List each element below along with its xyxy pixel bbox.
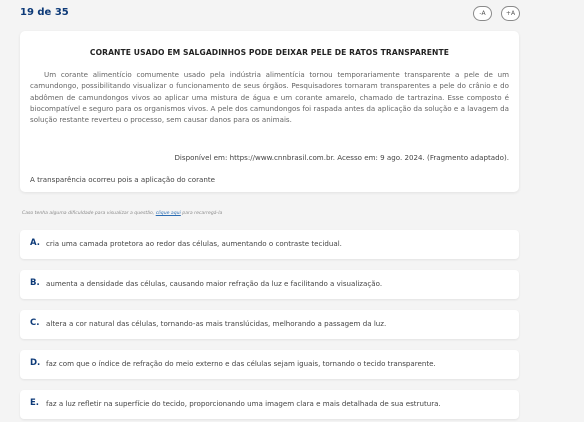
decrease-font-button[interactable]: -A [473, 6, 492, 21]
option-text: aumenta a densidade das células, causand… [46, 279, 383, 288]
option-text: faz com que o índice de refração do meio… [46, 359, 436, 368]
question-title: CORANTE USADO EM SALGADINHOS PODE DEIXAR… [89, 48, 450, 57]
option-text: cria uma camada protetora ao redor das c… [46, 239, 342, 248]
option-e[interactable]: E. faz a luz refletir na superfície do t… [20, 390, 519, 419]
option-b[interactable]: B. aumenta a densidade das células, caus… [20, 270, 519, 299]
reload-link[interactable]: clique aqui [156, 211, 181, 216]
option-d[interactable]: D. faz com que o índice de refração do m… [20, 350, 519, 379]
question-counter: 19 de 35 [20, 7, 69, 18]
option-letter: D. [30, 358, 41, 368]
reload-help-text: Caso tenha alguma dificuldade para visua… [22, 211, 222, 216]
question-card: CORANTE USADO EM SALGADINHOS PODE DEIXAR… [20, 31, 519, 192]
option-c[interactable]: C. altera a cor natural das células, tor… [20, 310, 519, 339]
help-text-before: Caso tenha alguma dificuldade para visua… [22, 211, 156, 216]
option-text: faz a luz refletir na superfície do teci… [46, 399, 441, 408]
help-text-after: para recarregá-la [180, 211, 223, 216]
question-prompt: A transparência ocorreu pois a aplicação… [30, 175, 216, 184]
option-a[interactable]: A. cria uma camada protetora ao redor da… [20, 230, 519, 259]
question-header: 19 de 35 -A +A [0, 0, 584, 26]
option-letter: C. [30, 318, 40, 328]
increase-font-button[interactable]: +A [501, 6, 520, 21]
option-text: altera a cor natural das células, tornan… [46, 319, 387, 328]
option-letter: E. [30, 398, 40, 408]
question-source: Disponível em: https://www.cnnbrasil.com… [174, 153, 509, 162]
question-body: Um corante alimentício comumente usado p… [30, 70, 509, 125]
option-letter: A. [30, 238, 40, 248]
option-letter: B. [30, 278, 40, 288]
